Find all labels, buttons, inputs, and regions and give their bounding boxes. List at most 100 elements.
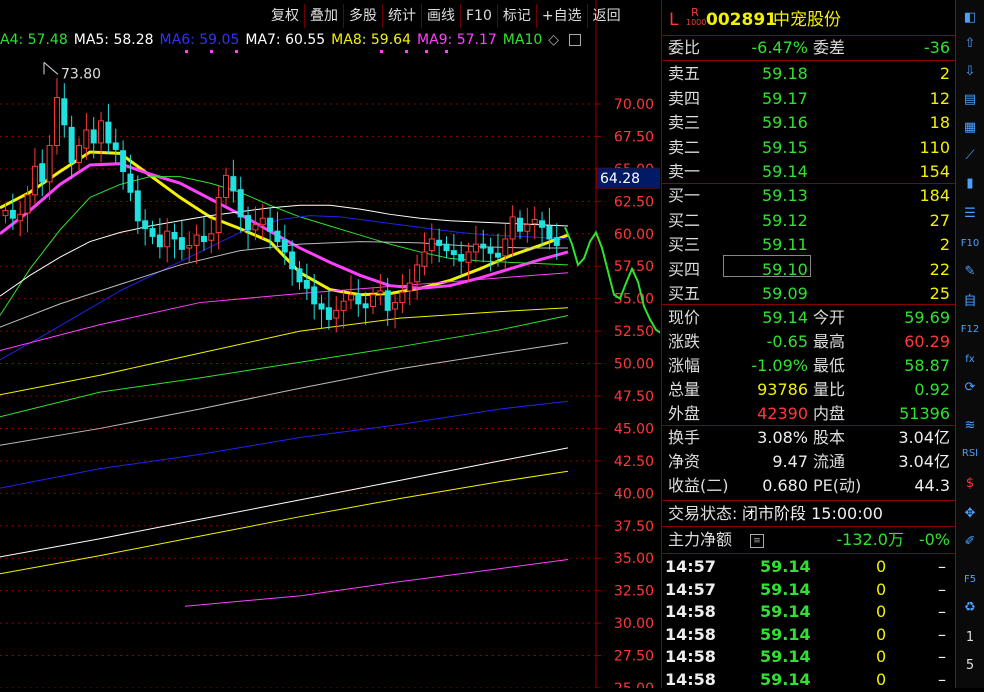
ask-row[interactable]: 卖四 59.17 12: [662, 87, 956, 111]
y-tick-label-15: 32.50: [614, 584, 654, 600]
tick-time: 14:58: [665, 647, 716, 666]
toolbar-btn-8[interactable]: 返回: [586, 4, 626, 28]
wave-icon[interactable]: ≋: [959, 414, 981, 436]
bid-row[interactable]: 买二 59.12 27: [662, 209, 956, 233]
candle-body: [31, 165, 38, 196]
ask-row[interactable]: 卖三 59.16 18: [662, 111, 956, 135]
candle-body: [223, 174, 229, 198]
stat2-label: 收益(二): [668, 476, 729, 495]
toolbar-btn-0[interactable]: 复权: [266, 4, 304, 28]
netflow-label: 主力净额: [668, 530, 733, 549]
kline-chart[interactable]: 70.0067.5065.0062.5060.0057.5055.0052.50…: [0, 0, 660, 688]
candle-body: [127, 173, 134, 193]
note-icon[interactable]: ✎: [959, 260, 981, 282]
high-marker-arrow: [43, 61, 59, 75]
candle-body: [553, 237, 560, 246]
ma-expand-icon[interactable]: ◇: [548, 32, 559, 48]
stat-value: -1.09%: [751, 356, 808, 375]
ask-volume: 154: [919, 162, 950, 181]
ask-row[interactable]: 卖一 59.14 154: [662, 160, 956, 184]
bid-row[interactable]: 买三 59.11 2: [662, 233, 956, 257]
toolbar-btn-7[interactable]: +自选: [535, 4, 587, 28]
netflow-toggle-icon[interactable]: ≡: [750, 534, 764, 548]
stat-row: 现价 59.14 今开 59.69: [662, 306, 956, 330]
stat-label: 最高: [813, 332, 846, 351]
stat2-row: 换手 3.08% 股本 3.04亿: [662, 426, 956, 450]
stock-name[interactable]: 中宠股份: [773, 6, 841, 34]
f12-icon[interactable]: F12: [959, 318, 981, 340]
bid-price: 59.09: [762, 284, 808, 303]
dock-icon[interactable]: ◧: [959, 6, 981, 28]
bid-row[interactable]: 买五 59.09 25: [662, 282, 956, 306]
candle-body: [421, 251, 428, 267]
refresh-icon[interactable]: ⟳: [959, 376, 981, 398]
grid-icon[interactable]: ▦: [959, 116, 981, 138]
page-5-icon[interactable]: 5: [959, 654, 981, 676]
toolbar-btn-3[interactable]: 统计: [382, 4, 421, 28]
document-icon[interactable]: ▤: [959, 88, 981, 110]
candle-body: [340, 300, 347, 311]
toolbar-btn-2[interactable]: 多股: [343, 4, 382, 28]
line-chart-icon[interactable]: ⟋: [959, 144, 981, 166]
toolbar-btn-4[interactable]: 画线: [421, 4, 460, 28]
ma-line-l7: [0, 447, 569, 558]
self-icon[interactable]: 自: [959, 288, 981, 310]
kline-chart-area[interactable]: 70.0067.5065.0062.5060.0057.5055.0052.50…: [0, 0, 660, 688]
y-tick-label-8: 50.00: [614, 357, 654, 373]
ma-legend-1: MA5: 58.28: [73, 32, 154, 48]
stat-label: 现价: [668, 308, 701, 327]
candle-body: [9, 209, 16, 219]
ma-legend-6: MA10: [502, 32, 543, 48]
bid-volume: 27: [929, 210, 950, 230]
signal-dot: [185, 50, 188, 53]
page-1-icon[interactable]: 1: [959, 626, 981, 648]
candle-body: [450, 250, 457, 256]
ask-label: 卖三: [668, 113, 701, 132]
rsi-icon[interactable]: RSI: [959, 442, 981, 464]
bid-row[interactable]: 买一 59.13 184: [662, 184, 956, 208]
candle-body: [230, 176, 237, 192]
y-tick-label-18: 25.00: [614, 681, 654, 688]
ma-settings-icon[interactable]: [569, 34, 582, 46]
f5-icon[interactable]: F5: [959, 568, 981, 590]
money-icon[interactable]: $: [959, 472, 981, 494]
candle-body: [524, 224, 531, 232]
tick-flag: –: [938, 579, 946, 599]
candle-body: [193, 234, 200, 246]
pen-icon[interactable]: ✐: [959, 530, 981, 552]
y-tick-label-7: 52.50: [614, 324, 654, 340]
arrow-up-icon[interactable]: ⇧: [959, 32, 981, 54]
ask-label: 卖一: [668, 162, 701, 181]
toolbar-btn-6[interactable]: 标记: [496, 4, 536, 28]
stock-code[interactable]: 002891: [706, 6, 777, 34]
side-toolbar: ◧ ⇧ ⇩ ▤ ▦ ⟋ ▮ ☰ F10 ✎ 自 F12 fx ⟳ ≋ RSI $ ✥ ✐ F5 ♻ 1 5: [955, 0, 984, 688]
arrow-down-icon[interactable]: ⇩: [959, 60, 981, 82]
candle-body: [428, 238, 435, 252]
candle-body: [333, 309, 340, 319]
ask-row[interactable]: 卖五 59.18 2: [662, 62, 956, 86]
candle-body: [370, 294, 376, 307]
toolbar-btn-1[interactable]: 叠加: [304, 4, 343, 28]
candle-body: [237, 189, 244, 218]
toolbar-btn-5[interactable]: F10: [460, 4, 497, 28]
candle-body: [465, 251, 472, 263]
recycle-icon[interactable]: ♻: [959, 596, 981, 618]
stat-value: 59.14: [762, 308, 808, 327]
candle-body: [24, 194, 31, 214]
tick-price: 59.14: [760, 579, 811, 599]
tick-price: 59.14: [760, 624, 811, 644]
move-icon[interactable]: ✥: [959, 502, 981, 524]
tick-volume: 0: [876, 602, 887, 621]
candle-body: [296, 268, 303, 283]
bid-price: 59.13: [762, 186, 808, 205]
stat-label: 内盘: [813, 404, 846, 423]
tick-time: 14:58: [665, 624, 716, 644]
formula-icon[interactable]: fx: [959, 348, 981, 370]
candle-body: [259, 217, 266, 226]
ask-price: 59.14: [762, 162, 808, 181]
ask-row[interactable]: 卖二 59.15 110: [662, 136, 956, 160]
candle-icon[interactable]: ▮: [959, 172, 981, 194]
f10-icon[interactable]: F10: [959, 232, 981, 254]
list-icon[interactable]: ☰: [959, 202, 981, 224]
candle-body: [252, 224, 259, 231]
